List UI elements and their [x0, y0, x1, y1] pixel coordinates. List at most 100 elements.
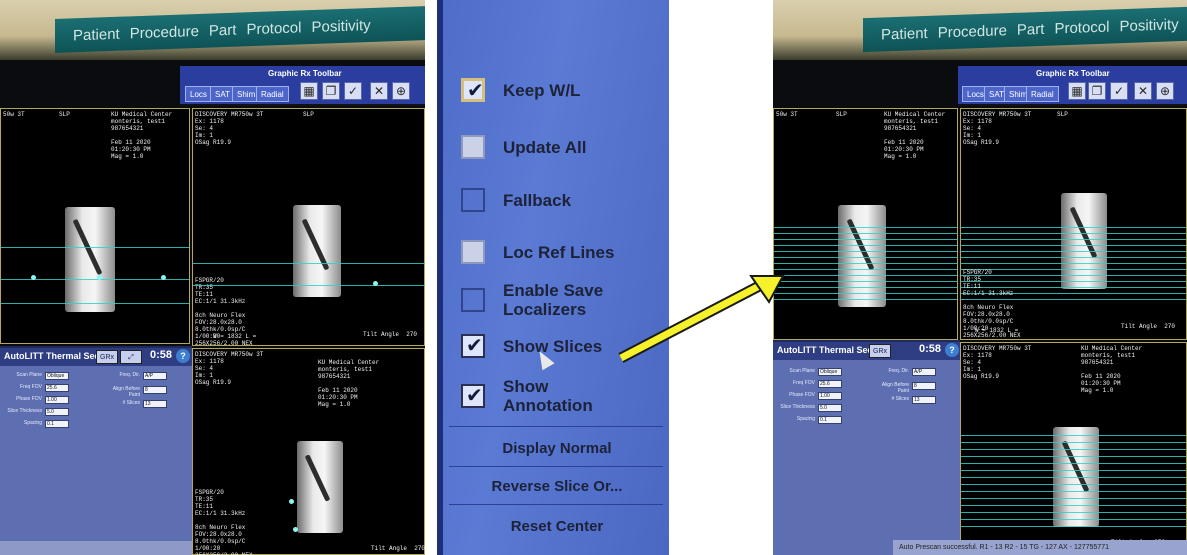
sequence-title: AutoLITT Thermal Seq: [777, 345, 874, 355]
close-icon[interactable]: ✕: [370, 82, 388, 100]
checkbox-enable-save-localizers[interactable]: [461, 288, 485, 312]
menu-display-normal[interactable]: Display Normal: [457, 440, 657, 457]
slice-line: [774, 293, 957, 294]
scan-time: 0:58: [919, 343, 942, 355]
grx-button[interactable]: GRx: [869, 344, 891, 358]
viewport-upper-right[interactable]: DISCOVERY MR750w 3T Ex: 1178 Se: 4 Im: 1…: [192, 108, 425, 347]
check-icon[interactable]: ✓: [344, 82, 362, 100]
checkbox-update-all[interactable]: [461, 135, 485, 159]
param-slice-thickness[interactable]: Slice Thickness 5.0: [775, 404, 845, 413]
phantom-image: [65, 207, 115, 312]
param-slice-thickness[interactable]: Slice Thickness 5.0: [2, 408, 72, 417]
slice-line: [961, 519, 1186, 520]
scanner-info: DISCOVERY MR750w 3T Ex: 1178 Se: 4 Im: 1…: [963, 345, 1032, 380]
param-freq-fov[interactable]: Freq FOV 25.6: [775, 380, 845, 389]
slice-line: [961, 477, 1186, 478]
checkbox-loc-ref-lines[interactable]: [461, 240, 485, 264]
sequence-panel: AutoLITT Thermal Seq GRx 0:58 ? Scan Pla…: [773, 340, 960, 555]
checkbox-show-slices[interactable]: [461, 333, 485, 358]
menu-patient[interactable]: Patient: [73, 25, 120, 44]
overlay-text: 50w 3T: [776, 111, 798, 118]
zoom-in-icon[interactable]: ⊕: [1156, 82, 1174, 100]
menu-procedure[interactable]: Procedure: [130, 22, 199, 41]
param-freq-dir[interactable]: Freq. Dir. A/P: [100, 372, 170, 381]
checkbox-show-annotation[interactable]: [461, 383, 485, 408]
orientation-label: SLP: [303, 111, 314, 118]
sequence-header: AutoLITT Thermal Seq GRx 0:58 ?: [773, 342, 960, 360]
slice-line: [961, 456, 1186, 457]
copy-icon[interactable]: ❐: [1088, 82, 1106, 100]
param-align[interactable]: Align Before Paint 8: [869, 382, 939, 394]
checkbox-keep-wl[interactable]: [461, 78, 485, 103]
tab-locs[interactable]: Locs: [185, 86, 212, 102]
param-phase-fov[interactable]: Phase FOV 1.00: [775, 392, 845, 401]
slice-line: [961, 245, 1186, 246]
param-freq-dir[interactable]: Freq. Dir. A/P: [869, 368, 939, 377]
param-spacing[interactable]: Spacing 0.1: [2, 420, 72, 429]
slice-line: [961, 463, 1186, 464]
checkbox-fallback[interactable]: [461, 188, 485, 212]
patient-info: KU Medical Center monteris, test1 987654…: [1081, 345, 1143, 394]
slice-line: [961, 251, 1186, 252]
zoom-in-icon[interactable]: ⊕: [392, 82, 410, 100]
menu-separator: [449, 466, 663, 467]
menu-procedure[interactable]: Procedure: [938, 22, 1007, 41]
slice-line: [774, 287, 957, 288]
sequence-title: AutoLITT Thermal Seq: [4, 351, 101, 361]
param-num-slices[interactable]: # Slices 13: [869, 396, 939, 405]
slice-line: [774, 299, 957, 300]
rx-handle[interactable]: [289, 499, 294, 504]
menu-protocol[interactable]: Protocol: [246, 19, 301, 38]
toolbar-title: Graphic Rx Toolbar: [1036, 69, 1110, 78]
close-icon[interactable]: ✕: [1134, 82, 1152, 100]
viewport-upper-left[interactable]: 50w 3T SLP KU Medical Center monteris, t…: [773, 108, 958, 340]
slice-line: [774, 251, 957, 252]
slice-line: [774, 227, 957, 228]
tab-radial[interactable]: Radial: [1026, 86, 1059, 102]
patient-info: KU Medical Center monteris, test1 987654…: [111, 111, 173, 160]
param-num-slices[interactable]: # Slices 13: [100, 400, 170, 409]
orientation-label: SLP: [1057, 111, 1068, 118]
param-spacing[interactable]: Spacing 0.1: [775, 416, 845, 425]
slice-line: [774, 269, 957, 270]
copy-icon[interactable]: ❐: [322, 82, 340, 100]
viewport-upper-left[interactable]: 50w 3T SLP KU Medical Center monteris, t…: [0, 108, 190, 344]
help-icon[interactable]: ?: [176, 349, 190, 363]
menu-separator: [449, 504, 663, 505]
viewport-upper-right[interactable]: DISCOVERY MR750w 3T Ex: 1178 Se: 4 Im: 1…: [960, 108, 1187, 340]
menu-part[interactable]: Part: [209, 21, 237, 39]
param-phase-fov[interactable]: Phase FOV 1.00: [2, 396, 72, 405]
rx-handle[interactable]: [293, 527, 298, 532]
viewport-lower-right[interactable]: DISCOVERY MR750w 3T Ex: 1178 Se: 4 Im: 1…: [192, 348, 425, 555]
check-icon[interactable]: ✓: [1110, 82, 1128, 100]
grx-button[interactable]: GRx: [96, 350, 118, 364]
param-freq-fov[interactable]: Freq FOV 25.6: [2, 384, 72, 393]
menu-patient[interactable]: Patient: [881, 24, 928, 43]
slice-line: [774, 239, 957, 240]
rx-handle[interactable]: [31, 275, 36, 280]
slice-line: [774, 281, 957, 282]
rx-handle[interactable]: [373, 281, 378, 286]
window-level: W = 1832 L =: [213, 333, 257, 340]
help-icon[interactable]: ?: [945, 343, 959, 357]
param-scan-plane[interactable]: Scan Plane Oblique: [2, 372, 72, 381]
menu-reverse-slice-order[interactable]: Reverse Slice Or...: [457, 478, 657, 495]
grid-icon[interactable]: ▦: [300, 82, 318, 100]
menu-positivity[interactable]: Positivity: [311, 16, 370, 35]
rx-handle[interactable]: [161, 275, 166, 280]
menu-protocol[interactable]: Protocol: [1054, 18, 1109, 37]
left-console-photo: Patient Procedure Part Protocol Positivi…: [0, 0, 425, 555]
menu-positivity[interactable]: Positivity: [1119, 16, 1178, 35]
rx-button[interactable]: ⤢: [120, 350, 142, 364]
slice-line: [961, 227, 1186, 228]
sequence-header: AutoLITT Thermal Seq GRx ⤢ 0:58 ?: [0, 348, 192, 366]
param-align[interactable]: Align Before Paint 8: [100, 386, 170, 398]
tab-radial[interactable]: Radial: [256, 86, 289, 102]
menu-reset-center[interactable]: Reset Center: [457, 518, 657, 535]
grid-icon[interactable]: ▦: [1068, 82, 1086, 100]
menu-part[interactable]: Part: [1017, 20, 1045, 38]
rx-handle[interactable]: [97, 275, 102, 280]
slice-line: [961, 512, 1186, 513]
scanner-info: DISCOVERY MR750w 3T Ex: 1178 Se: 4 Im: 1…: [195, 111, 264, 146]
viewport-lower-right[interactable]: DISCOVERY MR750w 3T Ex: 1178 Se: 4 Im: 1…: [960, 342, 1187, 555]
